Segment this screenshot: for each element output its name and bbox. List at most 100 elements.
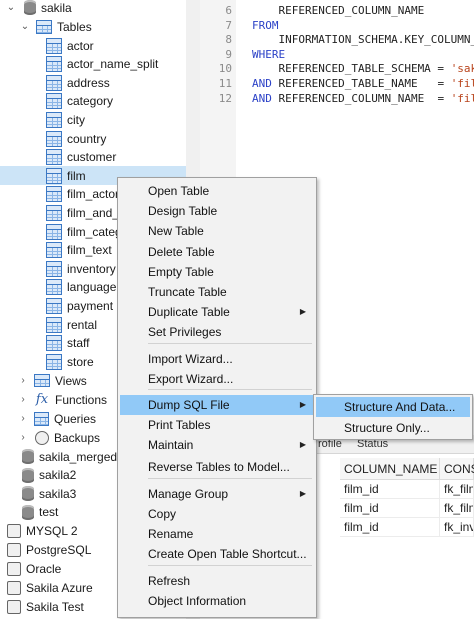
menu-item-truncate-table[interactable]: Truncate Table [120, 282, 314, 302]
tree-item-label: sakila3 [39, 486, 77, 501]
table-icon [46, 93, 62, 110]
menu-item-create-open-table-shortcut[interactable]: Create Open Table Shortcut... [120, 544, 314, 564]
menu-item-label: Manage Group [148, 487, 229, 501]
table-icon [46, 353, 62, 370]
table-icon [46, 316, 62, 333]
tree-item-label: film_actor [67, 187, 120, 202]
tree-item-sakila[interactable]: ⌄ sakila [0, 0, 186, 17]
code-line: WHERE [252, 48, 285, 61]
code-line: REFERENCED_TABLE_SCHEMA = 'saki [252, 62, 474, 75]
tree-item-label: Sakila Test [26, 600, 84, 615]
tree-item-tables[interactable]: ⌄ Tables [0, 17, 186, 36]
grid-cell[interactable]: fk_film [440, 480, 474, 499]
tree-item-label: actor [67, 38, 94, 53]
grid-cell[interactable]: fk_inv [440, 518, 474, 537]
code-line: FROM [252, 19, 279, 32]
column-header[interactable]: COLUMN_NAME [340, 458, 440, 480]
menu-item-print-tables[interactable]: Print Tables [120, 415, 314, 435]
menu-item-export-wizard[interactable]: Export Wizard... [120, 369, 314, 389]
menu-item-reverse-tables-to-model[interactable]: Reverse Tables to Model... [120, 457, 314, 477]
tree-item-label: inventory [67, 261, 116, 276]
menu-item-duplicate-table[interactable]: Duplicate Table ▶ [120, 302, 314, 322]
menu-item-open-table[interactable]: Open Table [120, 181, 314, 201]
tree-item-label: test [39, 505, 59, 519]
menu-item-new-table[interactable]: New Table [120, 221, 314, 241]
line-number: 7 [225, 18, 232, 32]
grid-cell[interactable]: film_id [340, 499, 440, 518]
queries-icon [34, 411, 49, 426]
line-number: 11 [218, 77, 232, 90]
menu-item-manage-group[interactable]: Manage Group ▶ [120, 484, 314, 504]
chevron-right-icon[interactable]: › [18, 428, 28, 447]
chevron-right-icon[interactable]: › [18, 390, 28, 409]
database-icon [24, 0, 36, 15]
grid-cell[interactable]: film_id [340, 480, 440, 499]
menu-item-design-table[interactable]: Design Table [120, 201, 314, 221]
tree-item-label: Sakila Azure [26, 581, 93, 596]
table-icon [46, 149, 62, 166]
menu-item-object-information[interactable]: Object Information [120, 591, 314, 611]
tree-item-table[interactable]: address [0, 73, 186, 92]
menu-item-maintain[interactable]: Maintain ▶ [120, 435, 314, 455]
table-icon [46, 279, 62, 296]
code-line: AND REFERENCED_COLUMN_NAME = 'fil [252, 92, 474, 105]
tree-item-table[interactable]: city [0, 110, 186, 129]
tree-item-label: film [67, 168, 86, 183]
submenu-arrow-icon: ▶ [299, 307, 306, 316]
tree-item-table[interactable]: category [0, 92, 186, 111]
tree-item-label: store [67, 354, 94, 369]
sql-text: INFORMATION_SCHEMA.KEY_COLUMN_ [252, 33, 474, 47]
submenu-arrow-icon: ▶ [299, 440, 306, 449]
sql-keyword: FROM [252, 18, 279, 32]
table-icon [46, 297, 62, 314]
tree-item-table[interactable]: actor_name_split [0, 55, 186, 74]
menu-item-label: Dump SQL File [148, 398, 230, 412]
column-header[interactable]: CONS [440, 458, 474, 480]
chevron-down-icon[interactable]: ⌄ [6, 0, 16, 17]
tree-item-label: MYSQL 2 [26, 523, 78, 538]
menu-separator [148, 343, 312, 344]
tables-folder-icon [36, 19, 52, 34]
chevron-down-icon[interactable]: ⌄ [20, 17, 30, 36]
connection-icon [7, 523, 21, 538]
menu-item-copy[interactable]: Copy [120, 504, 314, 524]
function-icon: fx [35, 391, 49, 407]
menu-item-label: Set Privileges [148, 325, 222, 339]
menu-item-empty-table[interactable]: Empty Table [120, 262, 314, 282]
menu-item-rename[interactable]: Rename [120, 524, 314, 544]
sql-keyword: AND [252, 91, 272, 105]
menu-item-import-wizard[interactable]: Import Wizard... [120, 349, 314, 369]
menu-item-refresh[interactable]: Refresh [120, 571, 314, 591]
table-icon [46, 335, 62, 352]
tree-item-table[interactable]: actor [0, 36, 186, 55]
tree-item-table[interactable]: country [0, 129, 186, 148]
line-number: 9 [225, 47, 232, 61]
sql-editor[interactable]: REFERENCED_COLUMN_NAME FROM INFORMATION_S… [236, 0, 474, 190]
code-line: INFORMATION_SCHEMA.KEY_COLUMN_ [252, 33, 474, 46]
chevron-right-icon[interactable]: › [18, 409, 28, 428]
tree-item-label: category [67, 94, 114, 109]
tree-item-label: actor_name_split [67, 57, 159, 72]
menu-item-structure-only[interactable]: Structure Only... [316, 418, 470, 438]
context-menu: Open Table Design Table New Table Delete Ta… [117, 177, 317, 618]
table-icon [46, 223, 62, 240]
tree-item-label: sakila [41, 0, 72, 15]
chevron-right-icon[interactable]: › [18, 371, 28, 390]
menu-item-label: New Table [148, 224, 204, 238]
sql-string: 'fil [450, 77, 474, 90]
sql-text: REFERENCED_TABLE_NAME = [271, 77, 451, 90]
menu-item-set-privileges[interactable]: Set Privileges [120, 322, 314, 342]
menu-item-delete-table[interactable]: Delete Table [120, 242, 314, 262]
menu-item-label: Export Wizard... [148, 372, 234, 386]
menu-item-structure-and-data[interactable]: Structure And Data... [316, 397, 470, 417]
grid-cell[interactable]: film_id [340, 518, 440, 537]
tree-item-label: staff [67, 336, 90, 351]
menu-item-label: Copy [148, 507, 177, 521]
table-icon [46, 74, 62, 91]
tree-item-table[interactable]: customer [0, 148, 186, 167]
menu-item-label: Import Wizard... [148, 352, 233, 366]
menu-item-dump-sql-file[interactable]: Dump SQL File ▶ [120, 395, 314, 415]
grid-cell[interactable]: fk_film [440, 499, 474, 518]
sql-keyword: AND [252, 77, 272, 90]
submenu-arrow-icon: ▶ [299, 400, 306, 409]
